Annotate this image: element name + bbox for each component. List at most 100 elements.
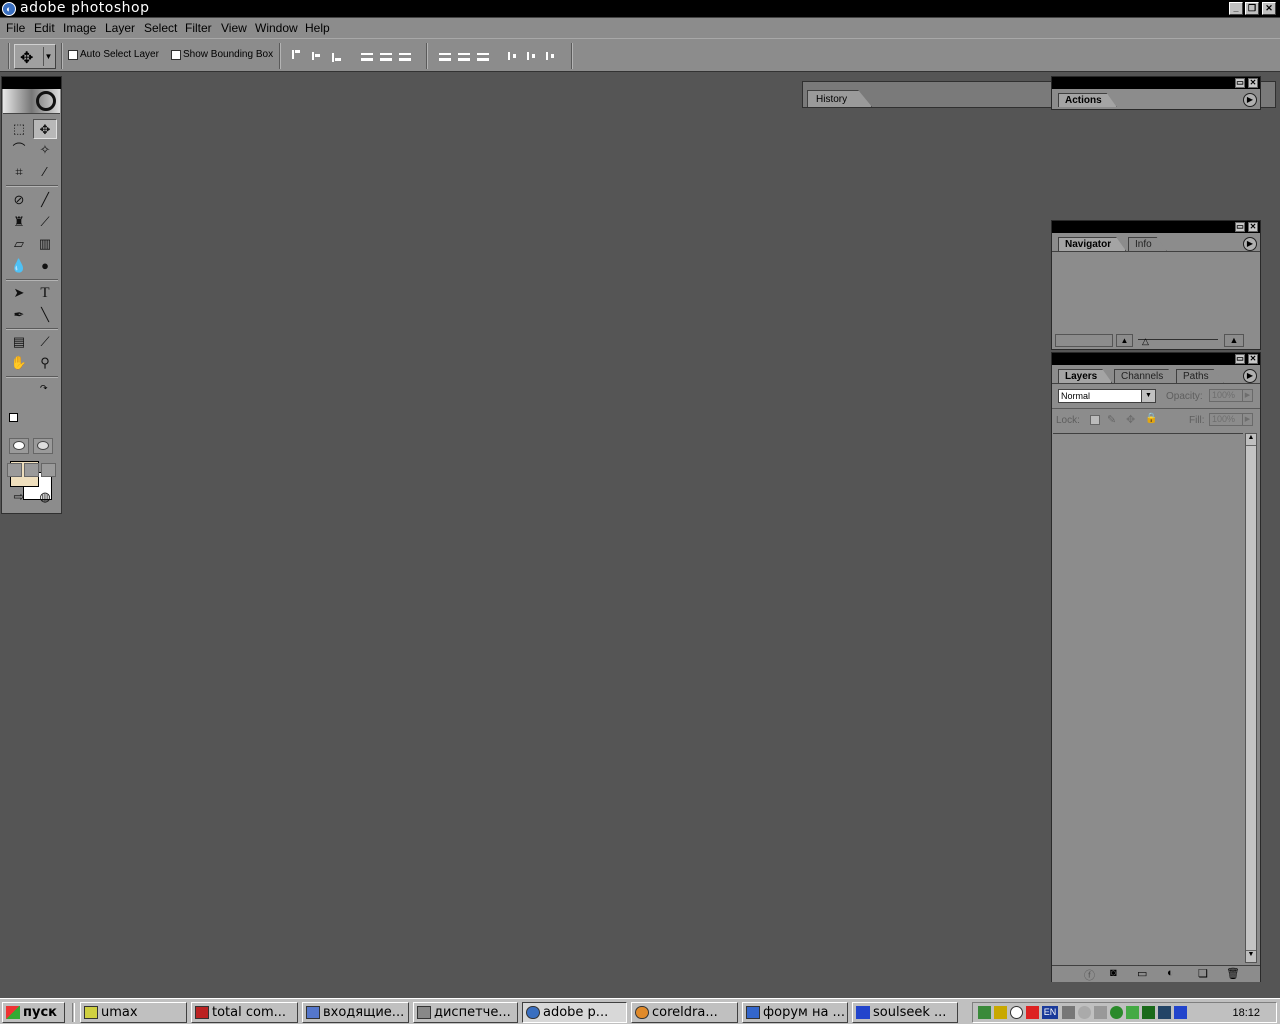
pen-tool-icon[interactable]: ✒ xyxy=(7,305,31,325)
tab-info[interactable]: Info xyxy=(1128,237,1167,251)
lock-all-icon[interactable]: 🔒 xyxy=(1145,413,1157,424)
zoom-in-icon[interactable]: ▲ xyxy=(1224,334,1244,347)
distribute-right-icon[interactable] xyxy=(546,50,560,62)
taskbar-item[interactable]: total com... xyxy=(191,1002,298,1023)
menu-help[interactable]: Help xyxy=(305,21,330,35)
panel-title-bar[interactable] xyxy=(1052,353,1260,365)
panel-minimize-button[interactable]: ▭ xyxy=(1235,78,1245,88)
show-bounding-box-checkbox[interactable] xyxy=(171,50,181,60)
brush-tool-icon[interactable]: ╱ xyxy=(33,190,57,210)
type-tool-icon[interactable]: T xyxy=(33,283,57,303)
blend-mode-select[interactable]: Normal ▼ xyxy=(1058,389,1156,403)
panel-title-bar[interactable] xyxy=(1052,221,1260,233)
slice-tool-icon[interactable]: ⁄ xyxy=(33,162,57,182)
magic-wand-tool-icon[interactable]: ✧ xyxy=(33,140,57,160)
tab-actions[interactable]: Actions xyxy=(1058,93,1117,107)
quick-mask-mode-button[interactable] xyxy=(33,438,53,454)
panel-menu-icon[interactable]: ▶ xyxy=(1243,93,1257,107)
zoom-slider-thumb[interactable]: △ xyxy=(1142,336,1149,347)
clock-app-icon[interactable] xyxy=(1010,1006,1023,1019)
menu-layer[interactable]: Layer xyxy=(105,21,135,35)
distribute-top-icon[interactable] xyxy=(439,50,453,62)
menu-select[interactable]: Select xyxy=(144,21,177,35)
line-tool-icon[interactable]: ╲ xyxy=(33,305,57,325)
taskbar-item[interactable]: форум на ... xyxy=(742,1002,848,1023)
start-button[interactable]: пуск xyxy=(2,1002,65,1023)
opacity-field[interactable]: 100% ▶ xyxy=(1209,389,1253,402)
layer-style-icon[interactable]: ⓕ xyxy=(1084,967,1095,983)
taskbar-item[interactable]: диспетче... xyxy=(413,1002,518,1023)
healing-brush-tool-icon[interactable]: ⊘ xyxy=(7,190,31,210)
tool-preset-picker[interactable]: ✥ ▼ xyxy=(14,44,56,69)
scroll-down-icon[interactable]: ▼ xyxy=(1246,950,1256,962)
align-hcenter-icon[interactable] xyxy=(380,50,394,62)
soulseek-tray-icon[interactable] xyxy=(1174,1006,1187,1019)
menu-image[interactable]: Image xyxy=(63,21,96,35)
layers-scrollbar[interactable]: ▲ ▼ xyxy=(1245,433,1257,963)
standard-mode-button[interactable] xyxy=(9,438,29,454)
grip[interactable] xyxy=(8,43,10,69)
tab-paths[interactable]: Paths xyxy=(1176,369,1224,383)
antivirus-icon[interactable] xyxy=(1026,1006,1039,1019)
clone-stamp-tool-icon[interactable]: ♜ xyxy=(7,212,31,232)
distribute-left-icon[interactable] xyxy=(508,50,522,62)
swap-colors-icon[interactable]: ↷ xyxy=(40,383,48,394)
menu-filter[interactable]: Filter xyxy=(185,21,212,35)
eraser-tool-icon[interactable]: ▱ xyxy=(7,234,31,254)
taskbar-item[interactable]: soulseek ... xyxy=(852,1002,958,1023)
panel-close-button[interactable]: ✕ xyxy=(1248,354,1258,364)
menu-file[interactable]: File xyxy=(6,21,25,35)
panel-close-button[interactable]: ✕ xyxy=(1248,78,1258,88)
align-right-icon[interactable] xyxy=(399,50,413,62)
lock-transparency-icon[interactable] xyxy=(1090,415,1100,425)
dodge-tool-icon[interactable]: ● xyxy=(33,256,57,276)
align-left-icon[interactable] xyxy=(361,50,375,62)
play-icon[interactable] xyxy=(1094,1006,1107,1019)
language-indicator[interactable]: EN xyxy=(1042,1006,1058,1019)
taskbar-item[interactable]: adobe p... xyxy=(522,1002,627,1023)
distribute-hcenter-icon[interactable] xyxy=(527,50,541,62)
hand-tool-icon[interactable]: ✋ xyxy=(7,353,31,373)
add-mask-icon[interactable]: ◙ xyxy=(1110,967,1117,979)
photoshop-app-icon[interactable]: ◐ xyxy=(2,2,16,16)
standard-screen-mode-button[interactable] xyxy=(7,463,22,477)
blur-tool-icon[interactable]: 💧 xyxy=(7,256,31,276)
crop-tool-icon[interactable]: ⌗ xyxy=(7,162,31,182)
monitor-icon[interactable] xyxy=(1142,1006,1155,1019)
imageready-icon[interactable]: ◍ xyxy=(33,487,57,507)
history-brush-tool-icon[interactable]: ⟋ xyxy=(33,212,57,232)
menu-edit[interactable]: Edit xyxy=(34,21,55,35)
panel-title-bar[interactable] xyxy=(1052,77,1260,89)
panel-minimize-button[interactable]: ▭ xyxy=(1235,222,1245,232)
menu-window[interactable]: Window xyxy=(255,21,298,35)
adobe-online-logo[interactable] xyxy=(3,89,60,114)
close-button[interactable]: ✕ xyxy=(1262,2,1276,15)
keyboard-icon[interactable] xyxy=(1062,1006,1075,1019)
full-screen-menu-mode-button[interactable] xyxy=(24,463,39,477)
network-icon[interactable] xyxy=(978,1006,991,1019)
zoom-slider[interactable] xyxy=(1138,339,1218,340)
default-colors-icon[interactable] xyxy=(9,413,18,422)
lasso-tool-icon[interactable]: ⌒ xyxy=(7,140,31,160)
restore-button[interactable]: ❐ xyxy=(1245,2,1259,15)
align-bottom-icon[interactable] xyxy=(332,50,346,62)
update-icon[interactable] xyxy=(1110,1006,1123,1019)
tab-channels[interactable]: Channels xyxy=(1114,369,1178,383)
jump-to-imageready-icon[interactable]: ⇨ xyxy=(7,487,31,507)
eyedropper-tool-icon[interactable]: ⟋ xyxy=(33,332,57,352)
toolbox-title-bar[interactable] xyxy=(2,77,61,89)
notes-tool-icon[interactable]: ▤ xyxy=(7,332,31,352)
search-icon[interactable] xyxy=(1078,1006,1091,1019)
panel-menu-icon[interactable]: ▶ xyxy=(1243,237,1257,251)
new-layer-icon[interactable]: ❏ xyxy=(1198,967,1208,980)
fill-field[interactable]: 100% ▶ xyxy=(1209,413,1253,426)
distribute-vcenter-icon[interactable] xyxy=(458,50,472,62)
lock-brush-icon[interactable]: ✎ xyxy=(1107,413,1116,426)
marquee-tool-icon[interactable]: ⬚ xyxy=(7,119,31,139)
taskbar-item[interactable]: umax xyxy=(80,1002,187,1023)
layers-list[interactable] xyxy=(1053,433,1243,975)
full-screen-mode-button[interactable] xyxy=(41,463,56,477)
tab-layers[interactable]: Layers xyxy=(1058,369,1112,383)
zoom-field[interactable] xyxy=(1055,334,1113,347)
network-status-icon[interactable] xyxy=(1158,1006,1171,1019)
